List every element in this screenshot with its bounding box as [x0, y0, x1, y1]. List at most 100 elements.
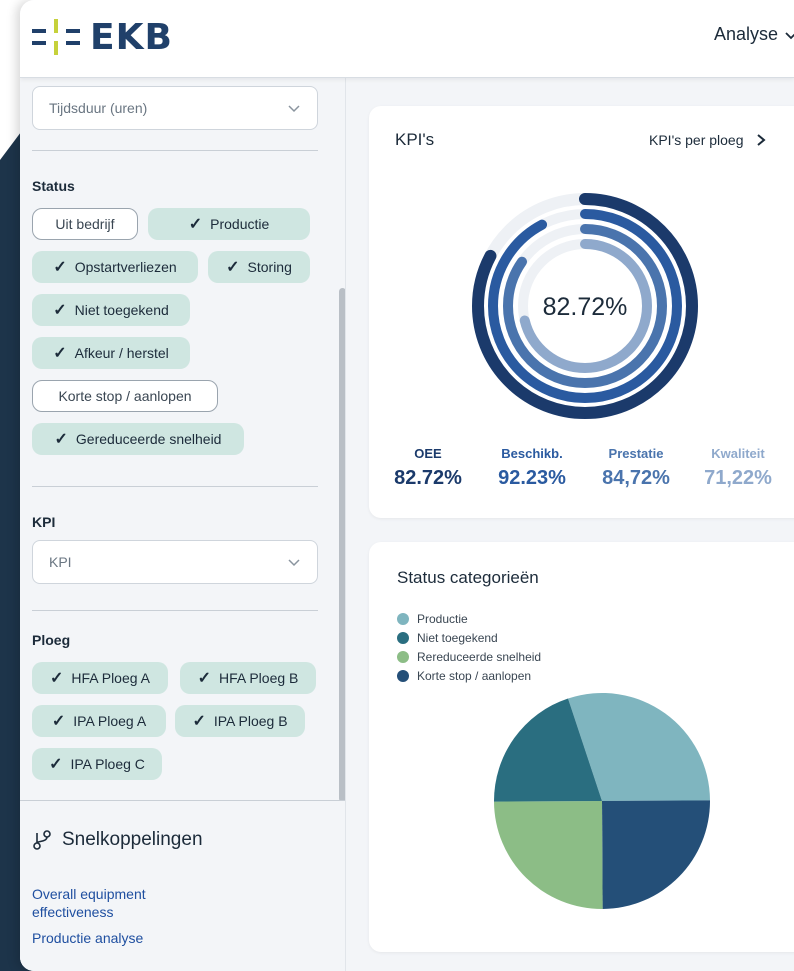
kpi-metric-kwaliteit: Kwaliteit 71,22% [693, 446, 783, 490]
kpi-per-ploeg-label: KPI's per ploeg [649, 132, 744, 148]
kpi-ring-chart: 82.72% [472, 193, 698, 419]
chip-label: HFA Ploeg B [219, 670, 299, 686]
status-chip-opstartverliezen[interactable]: ✓ Opstartverliezen [32, 251, 198, 283]
ploeg-chip-ipa-c[interactable]: ✓ IPA Ploeg C [32, 748, 162, 780]
kpi-label: Kwaliteit [711, 446, 765, 461]
chevron-down-icon [785, 31, 794, 39]
legend-swatch [397, 670, 409, 682]
chip-label: Storing [247, 259, 292, 275]
check-icon: ✓ [49, 756, 63, 773]
kpi-title: KPI [32, 514, 56, 530]
kpi-select-placeholder: KPI [49, 554, 72, 570]
kpi-select[interactable]: KPI [32, 540, 318, 584]
kpi-label: Beschikb. [501, 446, 563, 461]
analyse-menu-label: Analyse [713, 24, 778, 44]
chip-label: Afkeur / herstel [74, 345, 169, 361]
branch-link-icon [33, 830, 51, 850]
quicklink-oee[interactable]: Overall equipment effectiveness [32, 885, 212, 921]
app-window: EKB Analyse Tijdsduur (uren) Status Uit … [20, 0, 794, 971]
status-categories-card: Status categorieën Productie Niet toegek… [369, 542, 794, 952]
legend-label: Niet toegekend [417, 631, 498, 645]
legend-swatch [397, 651, 409, 663]
pie-slice-rereduceerde-snelheid[interactable] [494, 801, 603, 909]
chevron-down-icon [288, 559, 300, 567]
status-card-title: Status categorieën [397, 568, 539, 587]
chevron-down-icon [288, 105, 300, 113]
kpi-center-value: 82.72% [543, 293, 628, 321]
chevron-right-icon [756, 134, 766, 146]
chip-label: Uit bedrijf [55, 216, 115, 232]
kpi-metric-oee: OEE 82.72% [383, 446, 473, 490]
legend-swatch [397, 613, 409, 625]
kpi-card-title: KPI's [395, 130, 435, 149]
ploeg-title: Ploeg [32, 632, 71, 648]
quicklink-productie-analyse[interactable]: Productie analyse [32, 929, 143, 947]
chip-label: Productie [210, 216, 270, 232]
chip-label: Niet toegekend [74, 302, 169, 318]
chip-label: HFA Ploeg A [71, 670, 150, 686]
kpi-metric-beschikb: Beschikb. 92.23% [487, 446, 577, 490]
status-chip-storing[interactable]: ✓ Storing [208, 251, 310, 283]
logo[interactable]: EKB [32, 14, 173, 60]
chip-label: Gereduceerde snelheid [75, 431, 222, 447]
quicklinks-title: Snelkoppelingen [32, 829, 203, 851]
status-chip-productie[interactable]: ✓ Productie [148, 208, 310, 240]
legend-item: Korte stop / aanlopen [397, 669, 531, 683]
kpi-per-ploeg-link[interactable]: KPI's per ploeg [649, 132, 766, 148]
check-icon: ✓ [49, 670, 64, 687]
status-chip-afkeur-herstel[interactable]: ✓ Afkeur / herstel [32, 337, 190, 369]
duration-select-placeholder: Tijdsduur (uren) [49, 100, 148, 116]
legend-label: Productie [417, 612, 468, 626]
status-pie-chart [494, 693, 710, 909]
kpi-label: Prestatie [608, 446, 664, 461]
kpi-label: OEE [414, 446, 442, 461]
logo-text: EKB [90, 16, 173, 58]
legend-swatch [397, 632, 409, 644]
chip-label: Korte stop / aanlopen [58, 388, 192, 404]
legend-item: Rereduceerde snelheid [397, 650, 541, 664]
quicklinks-panel: Snelkoppelingen Overall equipment effect… [20, 800, 345, 971]
chip-label: IPA Ploeg B [213, 713, 288, 729]
legend-label: Korte stop / aanlopen [417, 669, 532, 683]
kpi-value: 84,72% [602, 467, 670, 489]
check-icon: ✓ [226, 259, 240, 276]
status-chip-uit-bedrijf[interactable]: Uit bedrijf [32, 208, 138, 240]
status-title: Status [32, 178, 75, 194]
check-icon: ✓ [54, 431, 68, 448]
analyse-menu[interactable]: Analyse [714, 24, 794, 45]
kpi-metric-prestatie: Prestatie 84,72% [591, 446, 681, 490]
ploeg-chip-hfa-b[interactable]: ✓ HFA Ploeg B [180, 662, 316, 694]
chip-label: IPA Ploeg A [73, 713, 147, 729]
chip-label: IPA Ploeg C [70, 756, 145, 772]
check-icon: ✓ [188, 216, 203, 233]
filter-sidebar: Tijdsduur (uren) Status Uit bedrijf ✓ Pr… [20, 78, 346, 971]
legend-item: Niet toegekend [397, 631, 498, 645]
check-icon: ✓ [53, 302, 67, 319]
check-icon: ✓ [192, 713, 206, 730]
ploeg-chip-ipa-a[interactable]: ✓ IPA Ploeg A [32, 705, 166, 737]
top-bar: EKB Analyse [20, 0, 794, 78]
legend-label: Rereduceerde snelheid [417, 650, 542, 664]
ploeg-chip-hfa-a[interactable]: ✓ HFA Ploeg A [32, 662, 168, 694]
quicklinks-title-text: Snelkoppelingen [62, 829, 203, 850]
status-chip-korte-stop[interactable]: Korte stop / aanlopen [32, 380, 218, 412]
ploeg-chip-ipa-b[interactable]: ✓ IPA Ploeg B [175, 705, 305, 737]
check-icon: ✓ [53, 259, 67, 276]
duration-select[interactable]: Tijdsduur (uren) [32, 86, 318, 130]
check-icon: ✓ [51, 713, 66, 730]
divider [32, 610, 318, 611]
chip-label: Opstartverliezen [74, 259, 177, 275]
check-icon: ✓ [197, 670, 211, 687]
pie-slice-korte-stop-aanlopen[interactable] [602, 800, 710, 909]
kpi-value: 92.23% [498, 467, 566, 489]
logo-mark-icon [32, 19, 80, 55]
kpi-card: KPI's KPI's per ploeg 82.72% OEE 82.72% … [369, 106, 794, 518]
kpi-value: 71,22% [704, 467, 772, 489]
divider [32, 150, 318, 151]
check-icon: ✓ [53, 345, 67, 362]
legend-item: Productie [397, 612, 468, 626]
status-chip-niet-toegekend[interactable]: ✓ Niet toegekend [32, 294, 190, 326]
divider [32, 486, 318, 487]
status-chip-gereduceerde-snelheid[interactable]: ✓ Gereduceerde snelheid [32, 423, 244, 455]
kpi-value: 82.72% [394, 467, 462, 489]
